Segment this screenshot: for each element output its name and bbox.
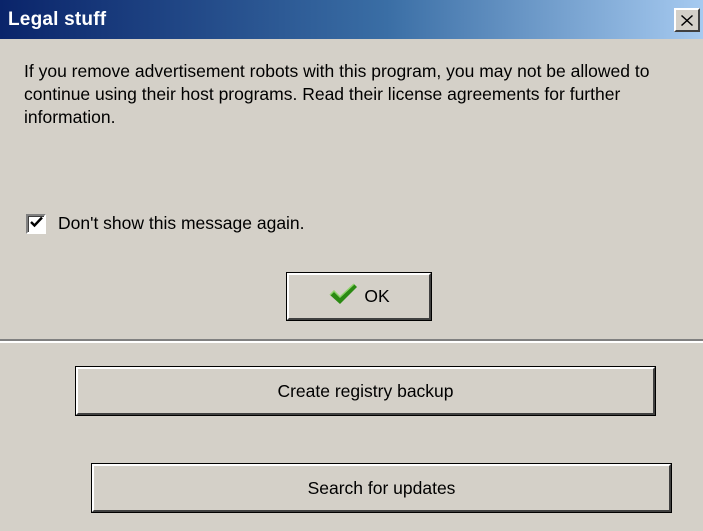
checkmark-icon <box>29 215 43 233</box>
search-for-updates-button[interactable]: Search for updates <box>91 463 672 513</box>
legal-dialog: Legal stuff If you remove advertisement … <box>0 0 703 340</box>
dialog-title: Legal stuff <box>8 8 107 30</box>
updates-button-label: Search for updates <box>307 477 456 498</box>
dialog-separator <box>0 339 703 343</box>
green-checkmark-icon <box>328 282 358 311</box>
ok-button-label: OK <box>364 286 390 306</box>
ok-button[interactable]: OK <box>286 272 432 321</box>
dont-show-again-row[interactable]: Don't show this message again. <box>26 213 305 234</box>
create-registry-backup-button[interactable]: Create registry backup <box>75 366 656 416</box>
dont-show-again-checkbox[interactable] <box>26 213 46 234</box>
dont-show-again-label: Don't show this message again. <box>58 213 305 233</box>
legal-message: If you remove advertisement robots with … <box>24 61 650 127</box>
backup-button-label: Create registry backup <box>277 380 454 401</box>
dialog-titlebar[interactable]: Legal stuff <box>0 0 703 39</box>
close-icon <box>681 14 693 26</box>
close-button[interactable] <box>674 8 700 32</box>
